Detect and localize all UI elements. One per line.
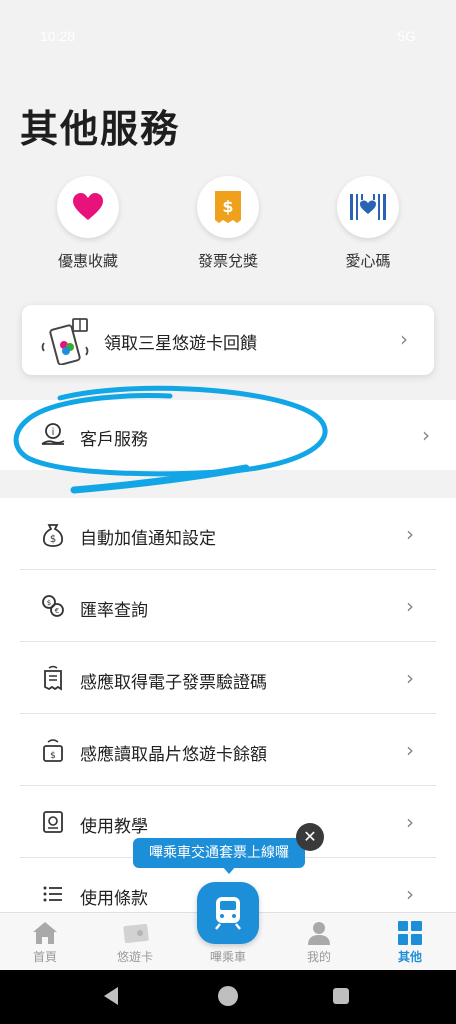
chevron-right-icon: › bbox=[400, 327, 408, 351]
menu-item-label: 自動加值通知設定 bbox=[80, 529, 216, 549]
system-nav-bar bbox=[0, 970, 456, 1024]
svg-text:$: $ bbox=[50, 751, 56, 761]
svg-text:i: i bbox=[52, 427, 55, 438]
status-network: 5G bbox=[397, 28, 416, 44]
quick-action-label: 發票兌獎 bbox=[197, 252, 258, 270]
back-icon[interactable] bbox=[104, 987, 118, 1005]
person-icon bbox=[306, 921, 332, 945]
status-time: 10:28 bbox=[40, 28, 76, 44]
home-icon bbox=[32, 921, 58, 945]
nav-mine[interactable]: 我的 bbox=[274, 913, 364, 971]
menu-item-card-balance[interactable]: $ 感應讀取晶片悠遊卡餘額 › bbox=[20, 714, 436, 786]
quick-action-label: 優惠收藏 bbox=[57, 252, 118, 270]
heart-icon bbox=[57, 176, 119, 238]
phone-gift-icon bbox=[40, 317, 92, 366]
promo-label: 領取三星悠遊卡回饋 bbox=[104, 334, 257, 354]
chevron-right-icon: › bbox=[406, 666, 414, 690]
nav-label: 首頁 bbox=[32, 950, 57, 964]
menu-item-label: 使用條款 bbox=[80, 889, 148, 909]
menu-item-label: 感應取得電子發票驗證碼 bbox=[80, 673, 267, 693]
menu-item-label: 匯率查詢 bbox=[80, 601, 148, 621]
chevron-right-icon: › bbox=[406, 810, 414, 834]
nav-card[interactable]: 悠遊卡 bbox=[90, 913, 180, 971]
menu-item-label: 使用教學 bbox=[80, 817, 148, 837]
money-bag-icon: $ bbox=[40, 521, 66, 547]
invoice-icon bbox=[40, 665, 66, 691]
menu-item-auto-reload[interactable]: $ 自動加值通知設定 › bbox=[20, 498, 436, 570]
svg-text:$: $ bbox=[50, 534, 56, 545]
receipt-icon: $ bbox=[197, 176, 259, 238]
nav-label: 悠遊卡 bbox=[116, 950, 153, 964]
menu-item-label: 感應讀取晶片悠遊卡餘額 bbox=[80, 745, 267, 765]
svg-text:$: $ bbox=[222, 197, 233, 216]
svg-text:$: $ bbox=[47, 599, 51, 607]
status-bar: 10:28 5G bbox=[0, 0, 456, 72]
chevron-right-icon: › bbox=[422, 423, 430, 447]
nav-label: 我的 bbox=[306, 950, 331, 964]
love-barcode-icon bbox=[337, 176, 399, 238]
card-balance-icon: $ bbox=[40, 737, 66, 763]
nav-home[interactable]: 首頁 bbox=[0, 913, 90, 971]
nav-other[interactable]: 其他 bbox=[365, 913, 455, 971]
exchange-icon: $ € bbox=[40, 593, 66, 619]
tutorial-icon bbox=[40, 809, 66, 835]
quick-action-favorites[interactable]: 優惠收藏 bbox=[28, 176, 148, 271]
promo-tooltip[interactable]: 嗶乘車交通套票上線囉 bbox=[133, 838, 305, 868]
chevron-right-icon: › bbox=[406, 738, 414, 762]
svg-text:€: € bbox=[55, 607, 59, 615]
grid-icon bbox=[397, 921, 423, 945]
customer-service-label: 客戶服務 bbox=[80, 430, 148, 450]
home-button-icon[interactable] bbox=[218, 986, 238, 1006]
quick-action-label: 愛心碼 bbox=[345, 252, 391, 270]
train-icon bbox=[215, 897, 241, 930]
list-icon bbox=[40, 881, 66, 907]
customer-service-row[interactable]: i 客戶服務 › bbox=[0, 400, 456, 470]
support-agent-icon: i bbox=[40, 422, 66, 448]
chevron-right-icon: › bbox=[406, 882, 414, 906]
promo-card[interactable]: 領取三星悠遊卡回饋 › bbox=[22, 305, 434, 375]
tooltip-arrow bbox=[222, 866, 236, 874]
quick-action-love-code[interactable]: 愛心碼 bbox=[308, 176, 428, 271]
page-title: 其他服務 bbox=[20, 107, 181, 151]
menu-item-invoice-code[interactable]: 感應取得電子發票驗證碼 › bbox=[20, 642, 436, 714]
chevron-right-icon: › bbox=[406, 594, 414, 618]
ride-button[interactable] bbox=[197, 882, 259, 944]
quick-action-invoice-lottery[interactable]: $ 發票兌獎 bbox=[168, 176, 288, 271]
card-icon bbox=[122, 921, 149, 945]
menu-item-exchange-rate[interactable]: $ € 匯率查詢 › bbox=[20, 570, 436, 642]
nav-label: 嗶乘車 bbox=[209, 950, 246, 964]
recent-apps-icon[interactable] bbox=[333, 988, 349, 1004]
close-icon[interactable]: ✕ bbox=[296, 823, 324, 851]
nav-label: 其他 bbox=[397, 950, 422, 964]
chevron-right-icon: › bbox=[406, 522, 414, 546]
